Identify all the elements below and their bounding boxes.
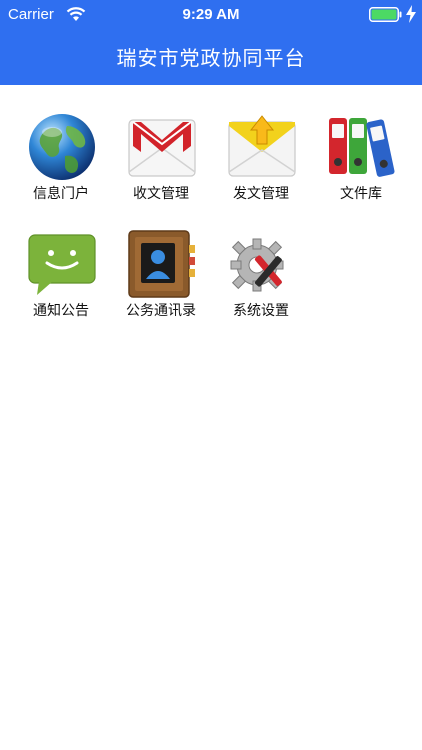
tile-label: 系统设置 (233, 302, 289, 318)
message-icon (28, 234, 96, 295)
tile-incoming-docs[interactable]: 收文管理 (100, 85, 200, 201)
binders-icon (329, 118, 395, 177)
tile-directory[interactable]: 公务通讯录 (100, 202, 200, 318)
charging-bolt-icon (406, 5, 416, 23)
settings-gear-icon (230, 238, 284, 292)
battery-icon (369, 7, 402, 22)
address-book-icon (128, 230, 195, 298)
status-bar: Carrier 9:29 AM (0, 0, 422, 30)
tile-document-library[interactable]: 文件库 (300, 85, 400, 201)
send-mail-icon (228, 115, 296, 177)
app-grid: 信息门户 收文管理 发文管理 文件库 通知公告 公务通讯录 系统设置 (0, 85, 422, 750)
tile-notices[interactable]: 通知公告 (0, 202, 100, 318)
mail-icon (128, 119, 196, 177)
globe-icon (29, 114, 95, 180)
tile-info-portal[interactable]: 信息门户 (0, 85, 100, 201)
tile-label: 文件库 (340, 185, 382, 201)
tile-settings[interactable]: 系统设置 (200, 202, 300, 318)
status-time: 9:29 AM (182, 6, 240, 23)
app-header: Carrier 9:29 AM 瑞安市党政协同平台 (0, 0, 422, 85)
tile-outgoing-docs[interactable]: 发文管理 (200, 85, 300, 201)
page-title: 瑞安市党政协同平台 (116, 48, 306, 70)
